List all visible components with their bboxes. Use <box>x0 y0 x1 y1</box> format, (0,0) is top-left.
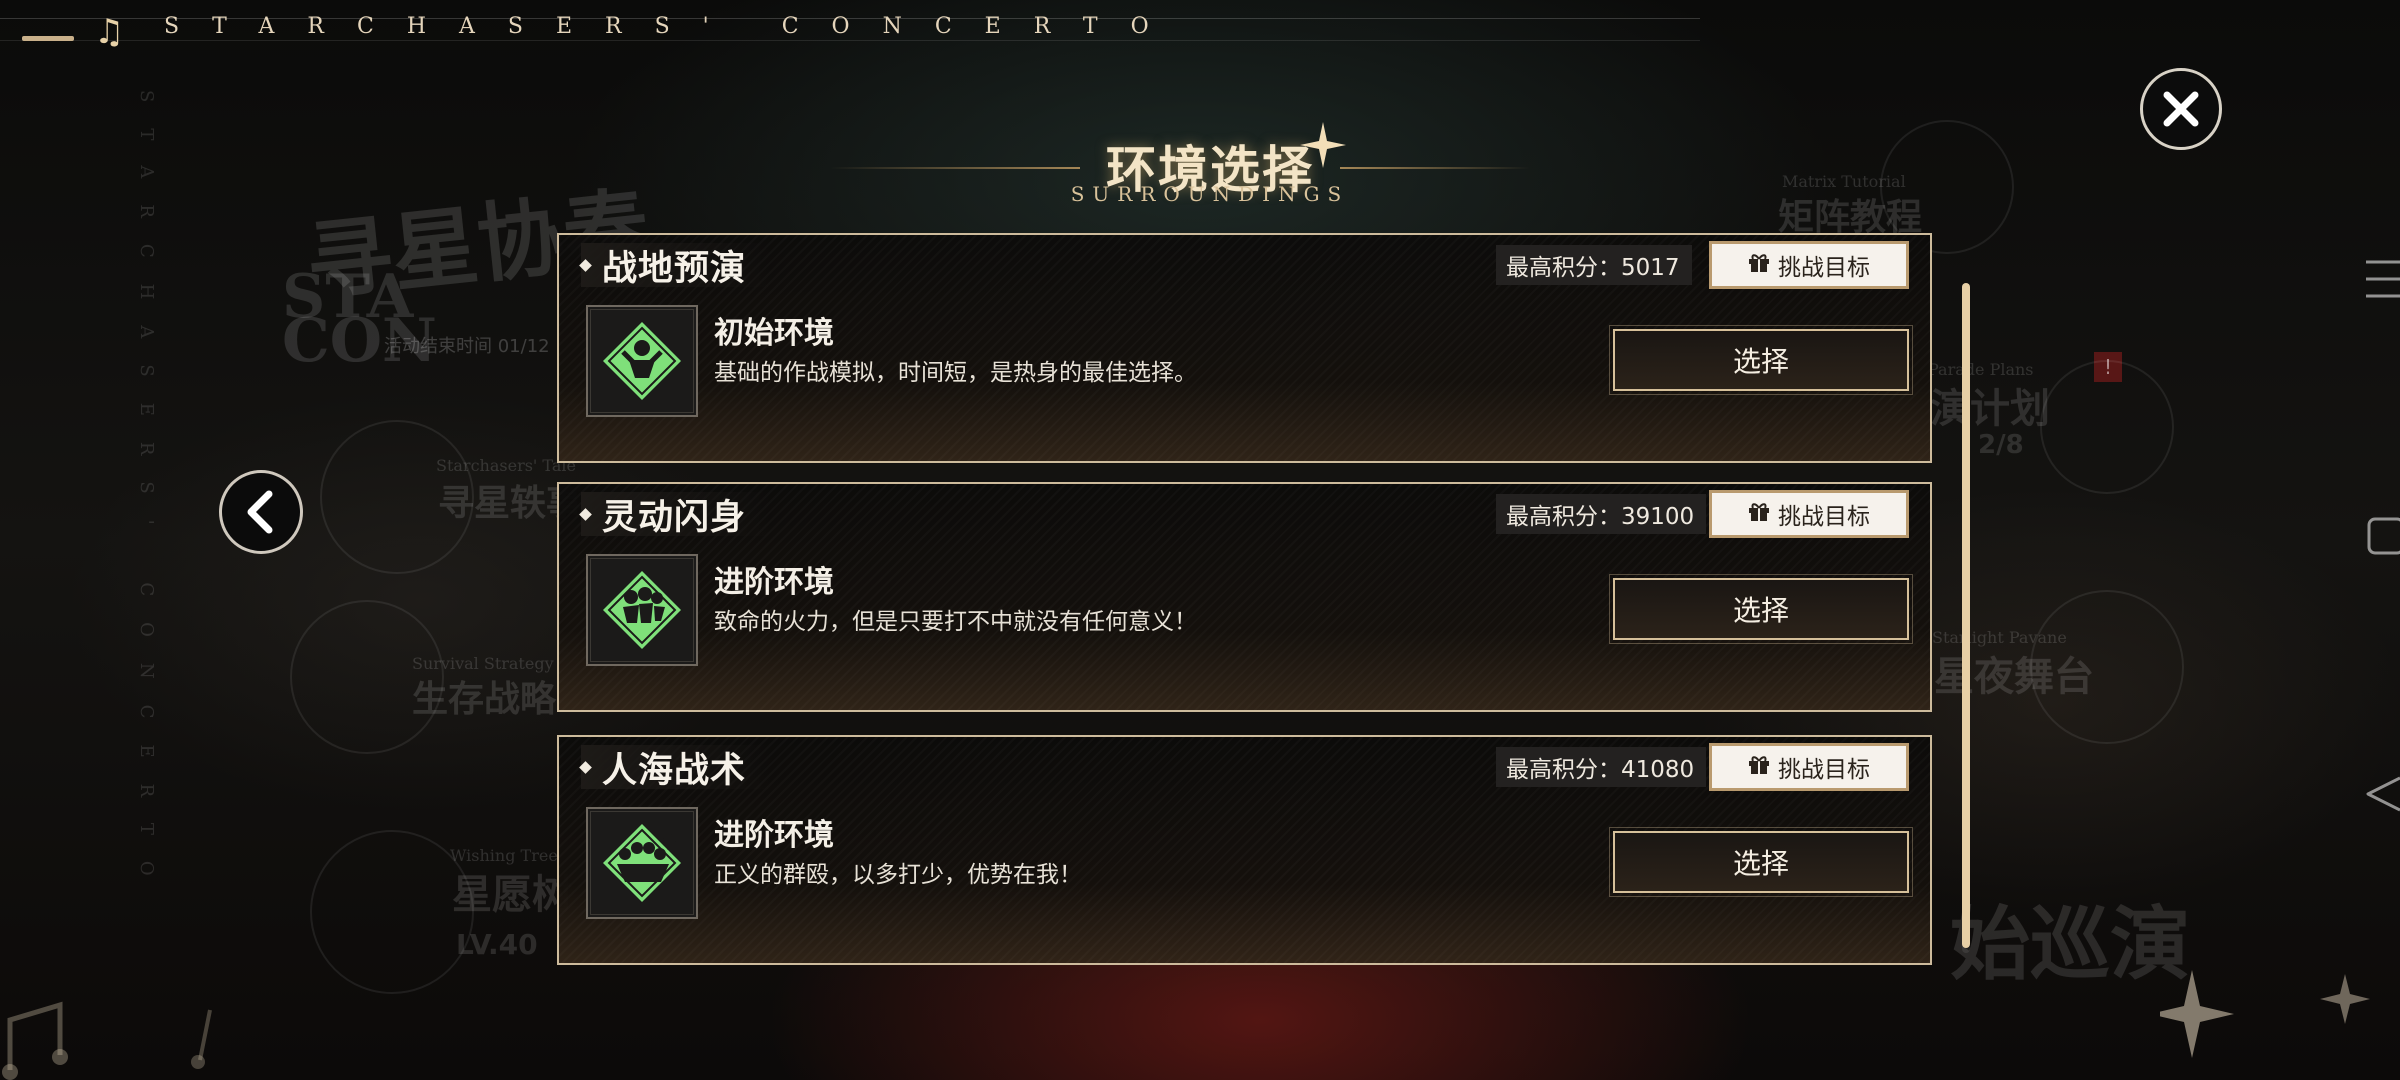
bg-tale-circle <box>320 420 474 574</box>
environment-card: 战地预演 最高积分：5017 挑战目标 初始环境 基础的作战模拟，时间短，是热身… <box>557 233 1932 463</box>
title-rule-right <box>1340 167 1530 169</box>
challenge-goal-button[interactable]: 挑战目标 <box>1709 743 1909 791</box>
dialog-header: 环境选择 SURROUNDINGS <box>1060 122 1360 210</box>
select-button[interactable]: 选择 <box>1609 574 1913 644</box>
dodging-soldiers-emblem-icon <box>586 554 698 666</box>
recents-menu-icon[interactable] <box>2362 258 2400 300</box>
challenge-goal-label: 挑战目标 <box>1778 757 1870 783</box>
diamond-bullet-icon <box>579 507 592 521</box>
back-button[interactable] <box>219 470 303 554</box>
bg-star-decoration <box>2160 970 2370 1058</box>
bg-event-time: 活动结束时间 01/12 <box>384 336 550 357</box>
environment-level: 进阶环境 <box>714 818 834 853</box>
environment-name: 人海战术 <box>602 750 747 791</box>
bg-parade-cn: 演计划 <box>1930 385 2050 432</box>
environment-description: 正义的群殴，以多打少，优势在我！ <box>714 862 1082 888</box>
select-button[interactable]: 选择 <box>1609 325 1913 395</box>
bg-wishing-circle <box>310 830 474 994</box>
music-note-icon: ♫ <box>94 12 125 52</box>
bg-pavane-circle <box>2030 590 2184 744</box>
environment-description: 基础的作战模拟，时间短，是热身的最佳选择。 <box>714 360 1197 386</box>
high-score: 最高积分：39100 <box>1496 494 1707 534</box>
environment-name: 灵动闪身 <box>602 497 747 538</box>
back-triangle-icon[interactable] <box>2364 774 2400 814</box>
environment-level: 初始环境 <box>714 316 834 351</box>
gift-icon <box>1748 753 1770 781</box>
challenge-goal-label: 挑战目标 <box>1778 255 1870 281</box>
gift-icon <box>1748 500 1770 528</box>
diamond-bullet-icon <box>579 760 592 774</box>
environment-level: 进阶环境 <box>714 565 834 600</box>
environment-description: 致命的火力，但是只要打不中就没有任何意义！ <box>714 609 1197 635</box>
crowd-emblem-icon <box>586 807 698 919</box>
challenge-goal-button[interactable]: 挑战目标 <box>1709 490 1909 538</box>
top-bar: ♫ STARCHASERS' CONCERTO <box>0 0 2400 60</box>
environment-name: 战地预演 <box>602 248 747 289</box>
bg-parade-progress: 2/8 <box>1978 430 2024 460</box>
scrollbar-thumb[interactable] <box>1962 283 1970 948</box>
chevron-left-icon <box>247 490 273 534</box>
diamond-bullet-icon <box>579 258 592 272</box>
card-name-tag: 人海战术 <box>579 745 771 791</box>
high-score: 最高积分：5017 <box>1496 245 1692 285</box>
high-score: 最高积分：41080 <box>1496 747 1707 787</box>
single-soldier-emblem-icon <box>586 305 698 417</box>
bg-note-decoration <box>2 1001 212 1080</box>
gift-icon <box>1748 251 1770 279</box>
bg-survival-circle <box>290 600 444 754</box>
home-square-icon[interactable] <box>2366 516 2400 556</box>
event-banner-title: STARCHASERS' CONCERTO <box>164 14 1182 39</box>
bg-parade-circle <box>2040 360 2174 494</box>
select-button[interactable]: 选择 <box>1609 827 1913 897</box>
challenge-goal-button[interactable]: 挑战目标 <box>1709 241 1909 289</box>
card-name-tag: 战地预演 <box>579 243 771 289</box>
challenge-goal-label: 挑战目标 <box>1778 504 1870 530</box>
close-icon <box>2163 91 2199 127</box>
sparkle-icon <box>1300 122 1346 168</box>
title-rule-left <box>830 167 1080 169</box>
bg-vertical-text: STARCHASERS' CONCERTO <box>136 90 157 902</box>
dialog-subtitle: SURROUNDINGS <box>1070 182 1350 206</box>
environment-card: 人海战术 最高积分：41080 挑战目标 进阶环境 正义的群殴，以多打少，优势在… <box>557 735 1932 965</box>
top-rule-lower <box>0 40 1700 41</box>
bg-tour-cn: 始巡演 <box>1950 897 2190 991</box>
system-navigation-bar <box>2350 250 2400 830</box>
close-button[interactable] <box>2140 68 2222 150</box>
menu-dash-icon[interactable] <box>22 36 74 41</box>
environment-card: 灵动闪身 最高积分：39100 挑战目标 进阶环境 致命的火力，但是只要打不中就… <box>557 482 1932 712</box>
card-name-tag: 灵动闪身 <box>579 492 771 538</box>
